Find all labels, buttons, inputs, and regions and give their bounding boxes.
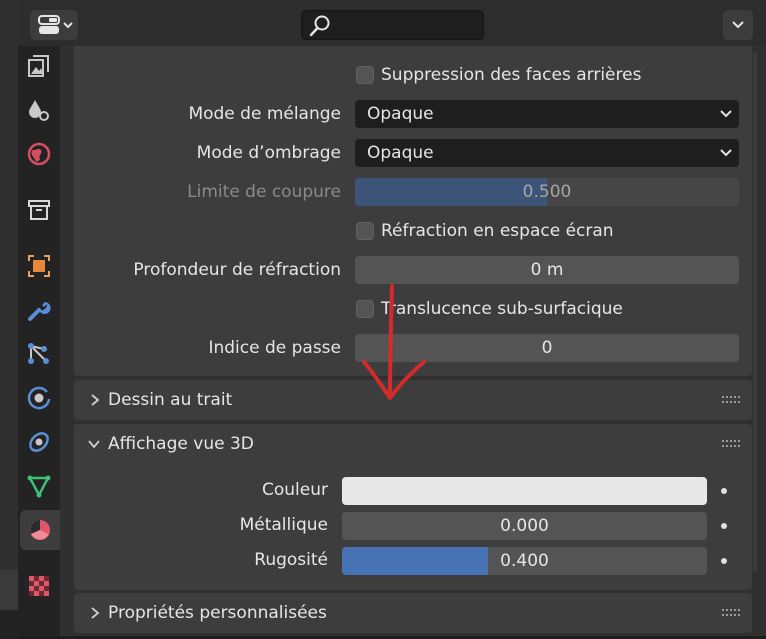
- tab-render[interactable]: [18, 46, 60, 86]
- backface-culling-label: Suppression des faces arrières: [381, 65, 642, 85]
- clip-threshold-slider[interactable]: 0.500: [355, 178, 739, 206]
- viewport-roughness-slider[interactable]: 0.400: [342, 547, 707, 575]
- box-icon: [28, 200, 50, 220]
- material-sphere-icon: [30, 520, 50, 540]
- chevron-down-icon: [732, 21, 744, 29]
- tab-particles[interactable]: [18, 334, 60, 374]
- nodes-icon: [28, 343, 49, 364]
- object-square-icon: [28, 255, 50, 277]
- clip-threshold-value: 0.500: [522, 182, 572, 202]
- editor-type-button[interactable]: [30, 10, 78, 40]
- chevron-down-icon: [88, 440, 100, 449]
- line-art-title: Dessin au trait: [108, 390, 233, 410]
- render-icon: [28, 55, 49, 77]
- viewport-color-label: Couleur: [262, 480, 328, 500]
- search-box[interactable]: [301, 10, 484, 40]
- chevron-right-icon: [91, 394, 100, 406]
- checker-icon: [29, 576, 49, 596]
- screen-refraction-checkbox[interactable]: [356, 222, 374, 240]
- viewport-metallic-value: 0.000: [500, 516, 549, 536]
- viewport-roughness-value: 0.400: [500, 551, 549, 571]
- wrench-icon: [28, 302, 51, 321]
- tab-object[interactable]: [18, 246, 60, 286]
- ring-icon: [29, 432, 49, 452]
- tab-material[interactable]: [20, 510, 60, 550]
- globe-icon: [27, 142, 51, 166]
- orbit-icon: [27, 386, 51, 410]
- refraction-depth-label: Profondeur de réfraction: [133, 260, 341, 280]
- keyframe-dot-icon[interactable]: [721, 523, 727, 529]
- chevron-down-icon: [720, 110, 732, 118]
- annotation-arrow-icon: [362, 284, 426, 400]
- properties-tabs: [18, 46, 60, 636]
- pass-index-label: Indice de passe: [208, 338, 341, 358]
- blend-mode-label: Mode de mélange: [188, 104, 341, 124]
- clip-threshold-label: Limite de coupure: [187, 182, 341, 202]
- editor-type-icon: [38, 15, 73, 34]
- shadow-mode-value: Opaque: [367, 143, 434, 163]
- screen-refraction-label: Réfraction en espace écran: [381, 221, 614, 241]
- blend-mode-dropdown[interactable]: Opaque: [355, 100, 739, 128]
- tab-constraints[interactable]: [18, 422, 60, 462]
- triangle-icon: [27, 475, 51, 498]
- viewport-metallic-label: Métallique: [239, 515, 328, 535]
- viewport-color-swatch[interactable]: [342, 477, 707, 505]
- keyframe-dot-icon[interactable]: [721, 488, 727, 494]
- shadow-mode-label: Mode d’ombrage: [196, 143, 341, 163]
- shadow-mode-dropdown[interactable]: Opaque: [355, 139, 739, 167]
- backface-culling-checkbox[interactable]: [356, 66, 374, 84]
- drag-grip-icon[interactable]: [722, 439, 740, 449]
- adjacent-editor-edge: [0, 0, 18, 639]
- tab-collection[interactable]: [18, 190, 60, 230]
- drag-grip-icon[interactable]: [722, 395, 740, 405]
- search-icon: [309, 15, 330, 37]
- viewport-metallic-slider[interactable]: 0.000: [342, 512, 707, 540]
- tab-world[interactable]: [18, 134, 60, 174]
- chevron-right-icon: [91, 607, 100, 619]
- tab-physics[interactable]: [18, 378, 60, 418]
- tab-output[interactable]: [18, 90, 60, 130]
- custom-properties-panel-header[interactable]: Propriétés personnalisées: [74, 593, 752, 633]
- search-input[interactable]: [336, 15, 480, 37]
- chevron-down-icon: [720, 149, 732, 157]
- drops-icon: [29, 100, 49, 121]
- tab-data[interactable]: [18, 466, 60, 506]
- refraction-depth-value: 0 m: [530, 260, 564, 280]
- properties-header: [18, 0, 766, 46]
- viewport-display-title: Affichage vue 3D: [108, 434, 254, 454]
- options-dropdown-button[interactable]: [723, 10, 753, 40]
- custom-properties-title: Propriétés personnalisées: [108, 603, 327, 623]
- viewport-roughness-label: Rugosité: [254, 550, 328, 570]
- blend-mode-value: Opaque: [367, 104, 434, 124]
- drag-grip-icon[interactable]: [722, 608, 740, 618]
- tab-texture[interactable]: [18, 566, 60, 606]
- viewport-display-panel-header[interactable]: Affichage vue 3D: [74, 424, 752, 464]
- keyframe-dot-icon[interactable]: [721, 558, 727, 564]
- scrollbar[interactable]: [753, 52, 757, 572]
- refraction-depth-field[interactable]: 0 m: [355, 256, 739, 284]
- tab-modifiers[interactable]: [18, 290, 60, 330]
